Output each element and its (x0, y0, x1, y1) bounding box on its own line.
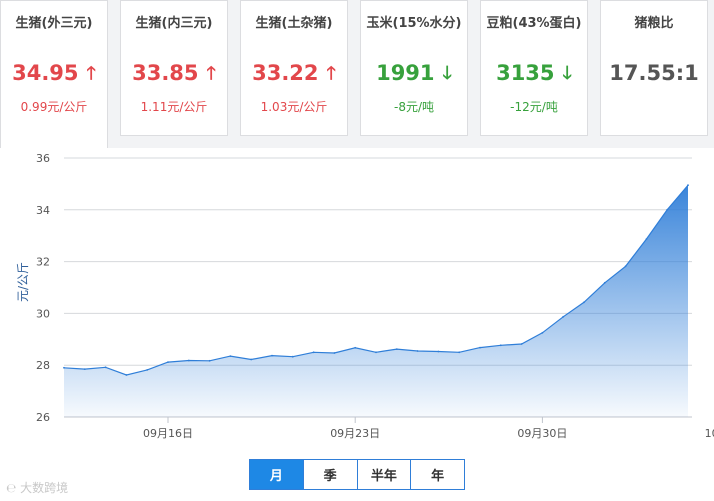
card-price: 17.55:1 (609, 61, 699, 85)
card-change: -8元/吨 (393, 100, 434, 114)
card-title: 生猪(内三元) (135, 16, 213, 31)
data-point (146, 369, 149, 371)
data-point (583, 301, 585, 304)
watermark: ℮ 大数跨境 (6, 481, 69, 495)
data-point (83, 368, 86, 370)
data-point (104, 366, 107, 369)
watermark-logo-icon: ℮ (6, 481, 17, 495)
tab-half-year[interactable]: 半年 (358, 460, 412, 489)
tab-quarter[interactable]: 季 (304, 460, 358, 489)
x-tick-label: 09月30日 (517, 427, 567, 440)
card-hog-outer-three[interactable]: 生猪(外三元) 34.95 🡑 0.99元/公斤 (0, 0, 108, 148)
card-price: 34.95 🡑 (1, 61, 107, 91)
card-title: 玉米(15%水分) (366, 16, 462, 31)
data-point (333, 352, 336, 354)
x-tick-label: 09月23日 (330, 427, 380, 440)
card-change: -12元/吨 (510, 100, 558, 114)
data-point (499, 344, 502, 347)
data-point (229, 355, 232, 357)
y-tick-label: 28 (36, 359, 50, 372)
y-axis-label: 元/公斤 (16, 262, 30, 302)
card-change: 0.99元/公斤 (20, 100, 88, 114)
data-point (291, 355, 294, 358)
price-cards-bar: 生猪(外三元) 34.95 🡑 0.99元/公斤 生猪(内三元) 33.85 🡑 1… (0, 0, 714, 148)
arrow-down-icon: 🡓 (442, 63, 452, 84)
data-point (645, 238, 648, 240)
card-price: 1991 🡓 (361, 61, 467, 91)
data-point (125, 374, 128, 376)
data-point (666, 208, 669, 211)
arrow-up-icon: 🡑 (86, 63, 96, 84)
price-area-chart: 26 28 30 32 34 36 09月16日 09月23日 09月30日 10月07日 元/公… (16, 152, 714, 440)
tab-month[interactable]: 月 (250, 460, 304, 489)
data-point (250, 358, 253, 361)
data-point (458, 351, 461, 354)
data-point (312, 351, 315, 354)
data-point (562, 315, 565, 318)
arrow-down-icon: 🡓 (562, 63, 572, 84)
arrow-up-icon: 🡑 (326, 63, 336, 84)
chart-area-layer (63, 184, 689, 417)
y-tick-label: 32 (36, 256, 50, 269)
card-hog-inner-three[interactable]: 生猪(内三元) 33.85 🡑 1.11元/公斤 (120, 0, 228, 136)
card-corn[interactable]: 玉米(15%水分) 1991 🡓 -8元/吨 (360, 0, 468, 136)
data-point (271, 354, 273, 357)
card-title: 豆粕(43%蛋白) (486, 16, 582, 31)
card-price: 33.85 🡑 (121, 61, 227, 91)
y-tick-label: 26 (36, 411, 50, 424)
data-point (520, 343, 523, 345)
card-change: 1.11元/公斤 (140, 100, 208, 114)
data-point (416, 350, 419, 352)
card-hog-grain-ratio[interactable]: 猪粮比 17.55:1 (600, 0, 708, 136)
data-point (167, 361, 169, 363)
data-point (624, 265, 627, 268)
data-point (479, 346, 481, 349)
x-tick-label: 10月07日 (705, 427, 714, 440)
data-point (395, 348, 398, 350)
arrow-up-icon: 🡑 (206, 63, 216, 84)
data-point (603, 281, 606, 284)
card-title: 猪粮比 (634, 16, 674, 31)
data-point (354, 346, 357, 349)
y-tick-label: 34 (36, 204, 50, 217)
data-point (375, 351, 377, 354)
card-title: 生猪(土杂猪) (255, 16, 333, 31)
card-title: 生猪(外三元) (15, 16, 93, 31)
card-price: 33.22 🡑 (241, 61, 347, 91)
data-point (541, 331, 544, 334)
y-tick-label: 36 (36, 152, 50, 165)
x-tick-label: 09月16日 (143, 427, 193, 440)
price-area-fill (64, 185, 688, 417)
data-point (63, 366, 65, 369)
card-hog-local[interactable]: 生猪(土杂猪) 33.22 🡑 1.03元/公斤 (240, 0, 348, 136)
data-point (187, 359, 190, 362)
card-change: 1.03元/公斤 (260, 100, 328, 114)
tab-year[interactable]: 年 (411, 460, 464, 489)
data-point (208, 359, 211, 362)
card-price: 3135 🡓 (481, 61, 587, 91)
data-point (687, 184, 689, 187)
y-tick-label: 30 (36, 307, 50, 320)
data-point (437, 350, 440, 353)
card-soybean-meal[interactable]: 豆粕(43%蛋白) 3135 🡓 -12元/吨 (480, 0, 588, 136)
period-tabs: 月 季 半年 年 (249, 459, 465, 490)
